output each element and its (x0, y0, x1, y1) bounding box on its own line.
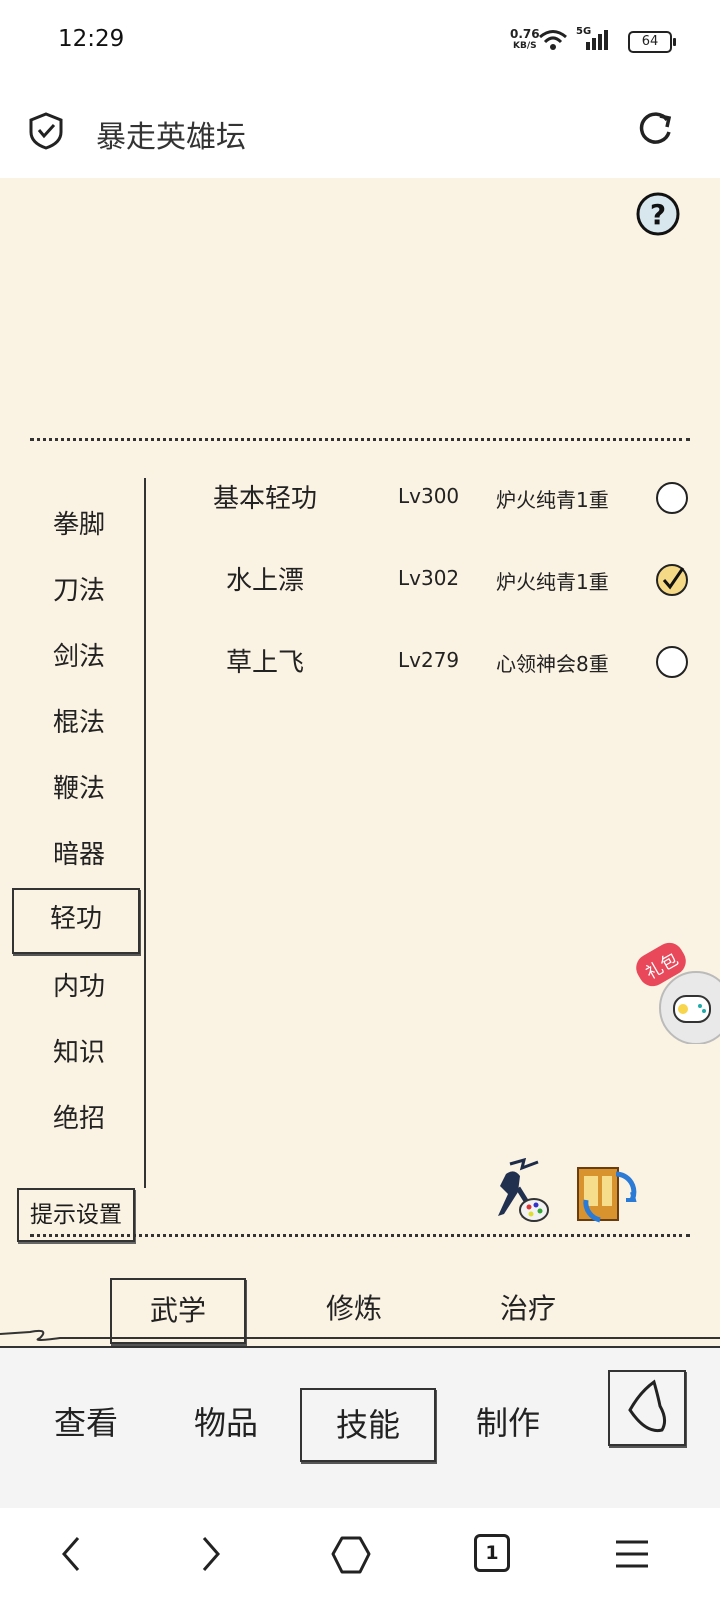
browser-nav-bar: 1 (0, 1508, 720, 1604)
skill-rank: 炉火纯青1重 (496, 570, 609, 594)
skill-name: 水上漂 (225, 566, 304, 596)
skill-level: Lv302 (398, 566, 460, 590)
category-zhishi[interactable]: 知识 (20, 1024, 138, 1082)
equip-radio[interactable] (656, 646, 688, 678)
skill-name: 草上飞 (225, 648, 304, 678)
skill-row[interactable]: 水上漂 Lv302 炉火纯青1重 (0, 550, 720, 610)
svg-text:?: ? (650, 198, 666, 231)
battery-indicator: 64 (628, 31, 676, 53)
skill-list: 基本轻功 Lv300 炉火纯青1重 水上漂 Lv302 炉火纯青1重 草上飞 L… (0, 468, 720, 678)
equip-radio[interactable] (656, 482, 688, 514)
ink-brush-divider (0, 1329, 720, 1341)
checkmark-icon (662, 567, 685, 590)
page-title: 暴走英雄坛 (96, 120, 246, 155)
category-gunfa[interactable]: 棍法 (20, 694, 138, 752)
browser-header: 暴走英雄坛 (0, 82, 720, 178)
signal-icon (586, 30, 608, 50)
refresh-icon[interactable] (636, 110, 674, 148)
tab-skills[interactable]: 技能 (300, 1388, 436, 1462)
divider-bottom (30, 1234, 690, 1237)
forward-icon[interactable] (196, 1534, 226, 1574)
back-icon[interactable] (56, 1534, 86, 1574)
gift-pack-button[interactable]: 礼包 (631, 937, 720, 1045)
tab-view[interactable]: 查看 (20, 1388, 152, 1458)
wifi-icon (539, 30, 567, 50)
network-speed-value: 0.76 (510, 27, 540, 41)
skill-name: 基本轻功 (212, 484, 317, 514)
skill-row[interactable]: 草上飞 Lv279 心领神会8重 (0, 632, 720, 692)
skill-row[interactable]: 基本轻功 Lv300 炉火纯青1重 (0, 468, 720, 528)
skill-level: Lv300 (398, 484, 460, 508)
help-icon[interactable]: ? (634, 190, 682, 238)
game-area: ? 拳脚 刀法 剑法 棍法 鞭法 暗器 轻功 内功 知识 绝招 基本轻功 Lv3… (0, 178, 720, 1510)
back-button[interactable] (608, 1370, 686, 1446)
back-arrow-icon (628, 1379, 667, 1433)
equip-radio-checked[interactable] (656, 564, 688, 596)
bottom-menu: 查看 物品 技能 制作 (0, 1346, 720, 1510)
category-bianfa[interactable]: 鞭法 (20, 760, 138, 818)
category-anqi[interactable]: 暗器 (20, 826, 138, 884)
skill-level: Lv279 (398, 648, 460, 672)
home-icon[interactable] (330, 1534, 372, 1576)
network-speed-unit: KB/S (513, 41, 537, 51)
category-qinggong[interactable]: 轻功 (12, 888, 140, 954)
category-neigong[interactable]: 内功 (20, 958, 138, 1016)
tab-craft[interactable]: 制作 (442, 1388, 574, 1458)
menu-icon[interactable] (612, 1536, 652, 1572)
network-speed: 0.76 KB/S (510, 28, 540, 52)
shield-check-icon[interactable] (28, 112, 64, 150)
skill-rank: 炉火纯青1重 (496, 488, 609, 512)
status-bar: 12:29 0.76 KB/S 5G 64 (0, 0, 720, 82)
book-swap-icon[interactable] (572, 1160, 640, 1228)
skill-rank: 心领神会8重 (496, 652, 609, 676)
clock: 12:29 (58, 26, 125, 52)
category-juezhao[interactable]: 绝招 (20, 1090, 138, 1148)
tab-items[interactable]: 物品 (160, 1388, 292, 1458)
divider-top (30, 438, 690, 441)
ninja-palette-icon[interactable] (484, 1158, 552, 1230)
tabs-count-button[interactable]: 1 (474, 1534, 510, 1572)
